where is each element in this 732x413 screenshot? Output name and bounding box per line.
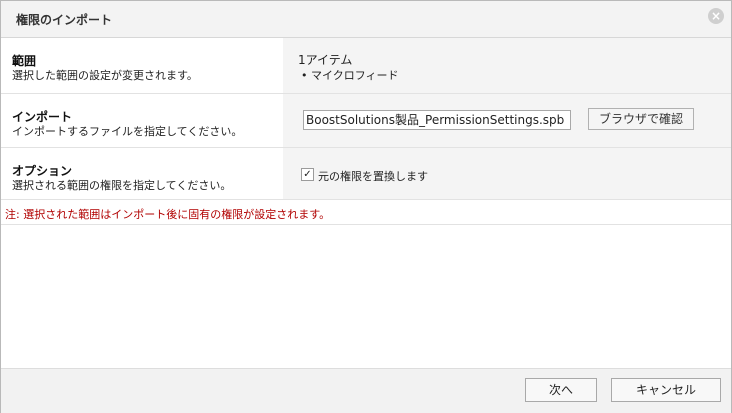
import-section: インポート インポートするファイルを指定してください。 ブラウザで確認 bbox=[1, 94, 731, 148]
note-banner: 注: 選択された範囲はインポート後に固有の権限が設定されます。 bbox=[1, 200, 731, 225]
options-section: オプション 選択される範囲の権限を指定してください。 ✓ 元の権限を置換します bbox=[1, 148, 731, 200]
note-text: 注: 選択された範囲はインポート後に固有の権限が設定されます。 bbox=[5, 208, 331, 221]
scope-section: 範囲 選択した範囲の設定が変更されます。 1アイテム • マイクロフィード bbox=[1, 38, 731, 94]
dialog-footer: 次へ キャンセル bbox=[1, 368, 731, 413]
next-button[interactable]: 次へ bbox=[525, 378, 597, 402]
file-path-input[interactable] bbox=[303, 110, 571, 130]
import-value-column: ブラウザで確認 bbox=[283, 94, 731, 147]
browse-button[interactable]: ブラウザで確認 bbox=[588, 108, 694, 130]
close-icon[interactable]: × bbox=[708, 8, 724, 24]
replace-permissions-checkbox[interactable]: ✓ bbox=[301, 168, 314, 181]
options-label-column: オプション 選択される範囲の権限を指定してください。 bbox=[1, 148, 283, 199]
scope-item-count: 1アイテム bbox=[298, 53, 353, 67]
import-description: インポートするファイルを指定してください。 bbox=[12, 125, 243, 138]
options-value-column: ✓ 元の権限を置換します bbox=[283, 148, 731, 199]
scope-label-column: 範囲 選択した範囲の設定が変更されます。 bbox=[1, 38, 283, 93]
scope-description: 選択した範囲の設定が変更されます。 bbox=[12, 69, 198, 82]
import-permissions-dialog: 権限のインポート × 範囲 選択した範囲の設定が変更されます。 1アイテム • … bbox=[0, 0, 732, 413]
dialog-titlebar: 権限のインポート × bbox=[1, 1, 731, 38]
scope-value-column: 1アイテム • マイクロフィード bbox=[283, 38, 731, 93]
options-description: 選択される範囲の権限を指定してください。 bbox=[12, 179, 232, 192]
dialog-title: 権限のインポート bbox=[16, 13, 113, 27]
import-label-column: インポート インポートするファイルを指定してください。 bbox=[1, 94, 283, 147]
scope-list-item: • マイクロフィード bbox=[301, 69, 399, 82]
replace-permissions-label: 元の権限を置換します bbox=[318, 170, 428, 183]
cancel-button[interactable]: キャンセル bbox=[611, 378, 721, 402]
